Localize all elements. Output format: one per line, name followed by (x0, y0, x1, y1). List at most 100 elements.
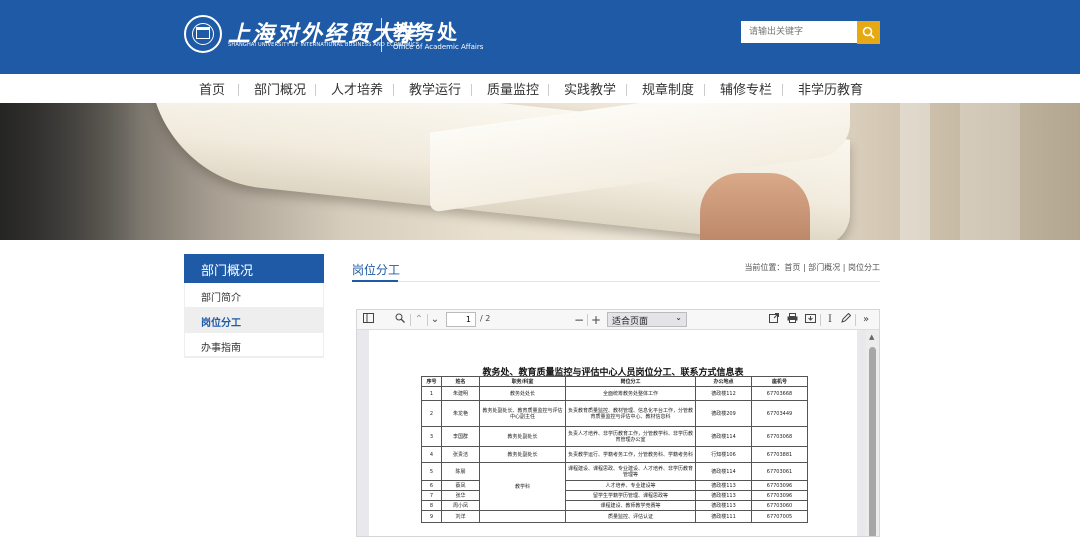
table-row: 8 周小凤 课程建设、教师教学竞赛等 德政楼113 67703060 (421, 500, 808, 511)
table-cell: 德政楼112 (695, 386, 752, 401)
sidebar-title: 部门概况 (184, 254, 324, 283)
nav-item-department[interactable]: 部门概况 (254, 79, 306, 98)
university-seal-logo[interactable] (184, 15, 222, 53)
nav-item-regulations[interactable]: 规章制度 (642, 79, 694, 98)
search-button[interactable] (857, 21, 880, 44)
zoom-in-icon[interactable]: + (590, 313, 602, 327)
scroll-up-icon[interactable]: ▲ (869, 333, 874, 341)
open-external-icon[interactable] (767, 313, 781, 327)
table-cell: 67703668 (751, 386, 808, 401)
pdf-scrollbar[interactable]: ▲ (866, 330, 879, 536)
table-row: 2 朱龙艳 教务处副处长、教育质量监控与评估中心副主任 负责教育质量监控、教材管… (421, 400, 808, 427)
next-page-icon[interactable]: ⌄ (429, 313, 441, 327)
table-cell: 67703061 (751, 462, 808, 481)
office-name-en: Office of Academic Affairs (393, 43, 484, 51)
table-row: 6 蔡凤 人才培养、专业建设等 德政楼113 67703096 (421, 480, 808, 491)
table-cell: 教务处副处长 (479, 426, 566, 447)
nav-divider (782, 84, 783, 96)
table-cell: 刘洋 (441, 510, 480, 523)
nav-item-non-degree[interactable]: 非学历教育 (798, 79, 863, 98)
nav-item-talent-training[interactable]: 人才培养 (331, 79, 383, 98)
table-cell: 朱龙艳 (441, 400, 480, 427)
breadcrumb: 当前位置：首页 | 部门概况 | 岗位分工 (744, 263, 880, 272)
table-cell: 张华 (441, 490, 480, 501)
table-cell: 1 (421, 386, 442, 401)
table-cell: 人才培养、专业建设等 (565, 480, 696, 491)
page-number-input[interactable] (446, 312, 476, 327)
table-cell: 德政楼114 (695, 426, 752, 447)
table-cell: 德政楼114 (695, 462, 752, 481)
nav-item-teaching-operation[interactable]: 教学运行 (409, 79, 461, 98)
table-cell-merged: 教学科 (479, 462, 566, 511)
table-header-row: 序号 姓名 职务/科室 岗位分工 办公地点 座机号 (421, 376, 808, 387)
toolbar-divider (855, 314, 856, 326)
nav-item-practice-teaching[interactable]: 实践教学 (564, 79, 616, 98)
column-header: 岗位分工 (565, 376, 696, 387)
nav-divider (548, 84, 549, 96)
table-cell: 67703060 (751, 500, 808, 511)
office-name-cn: 教务处 (393, 20, 459, 44)
table-cell: 67707005 (751, 510, 808, 523)
nav-divider (238, 84, 239, 96)
column-header: 职务/科室 (479, 376, 566, 387)
table-cell (479, 510, 566, 523)
toolbar-divider (427, 314, 428, 326)
pdf-page: 教务处、教育质量监控与评估中心人员岗位分工、联系方式信息表 序号 姓名 职务/科… (369, 330, 857, 536)
table-cell: 2 (421, 400, 442, 427)
previous-page-icon[interactable]: ⌃ (413, 313, 425, 327)
table-cell: 蔡凤 (441, 480, 480, 491)
save-icon[interactable] (803, 313, 817, 327)
table-cell: 3 (421, 426, 442, 447)
table-cell: 德政楼111 (695, 510, 752, 523)
toolbar-divider (820, 314, 821, 326)
column-header: 办公地点 (695, 376, 752, 387)
scrollbar-thumb[interactable] (869, 347, 876, 536)
table-cell: 负责教学运行、学籍考务工作，分管教务科、学籍考务科 (565, 446, 696, 463)
draw-tool-icon[interactable] (840, 312, 852, 327)
table-cell: 课程建设、教师教学竞赛等 (565, 500, 696, 511)
table-cell: 张贵洁 (441, 446, 480, 463)
title-divider (352, 281, 880, 282)
chevron-down-icon: ⌄ (675, 313, 682, 322)
more-tools-icon[interactable]: » (859, 313, 873, 327)
column-header: 序号 (421, 376, 442, 387)
table-row: 9 刘洋 质量监控、评估认证 德政楼111 67707005 (421, 510, 808, 523)
nav-item-quality-monitoring[interactable]: 质量监控 (487, 79, 539, 98)
title-accent-bar (352, 280, 398, 282)
sidebar-item-guide[interactable]: 办事指南 (184, 333, 324, 358)
zoom-out-icon[interactable]: − (573, 313, 585, 327)
table-cell: 8 (421, 500, 442, 511)
table-cell: 67703881 (751, 446, 808, 463)
text-tool-icon[interactable]: I (824, 313, 836, 327)
table-cell: 9 (421, 510, 442, 523)
sidebar-item-positions[interactable]: 岗位分工 (184, 308, 324, 333)
table-cell: 陈晨 (441, 462, 480, 481)
zoom-select[interactable]: 适合页面 ⌄ (607, 312, 687, 327)
nav-divider (393, 84, 394, 96)
table-cell: 负责人才培养、非学历教育工作，分管教学科、非学历教育管理办公室 (565, 426, 696, 447)
table-cell: 教务处副处长、教育质量监控与评估中心副主任 (479, 400, 566, 427)
sidebar-item-intro[interactable]: 部门简介 (184, 283, 324, 308)
search-icon (862, 26, 875, 39)
column-header: 座机号 (751, 376, 808, 387)
table-cell: 67703096 (751, 490, 808, 501)
table-row: 3 李国群 教务处副处长 负责人才培养、非学历教育工作，分管教学科、非学历教育管… (421, 426, 808, 447)
sidebar-toggle-icon[interactable] (361, 313, 375, 327)
banner-shadow (0, 103, 140, 240)
logo-divider (381, 18, 382, 52)
nav-divider (704, 84, 705, 96)
toolbar-divider (410, 314, 411, 326)
table-cell: 6 (421, 480, 442, 491)
search-input[interactable] (741, 21, 857, 43)
pdf-viewer: ⌃ ⌄ / 2 − + 适合页面 ⌄ I » 教务处、教育质量监控与评估中心人员… (356, 309, 880, 537)
print-icon[interactable] (785, 313, 799, 327)
nav-item-home[interactable]: 首页 (199, 79, 225, 98)
nav-divider (315, 84, 316, 96)
table-cell: 质量监控、评估认证 (565, 510, 696, 523)
table-cell: 行知楼106 (695, 446, 752, 463)
column-header: 姓名 (441, 376, 480, 387)
staff-table: 序号 姓名 职务/科室 岗位分工 办公地点 座机号 1 朱建明 教务处处长 全面… (421, 376, 808, 523)
table-cell: 67703449 (751, 400, 808, 427)
nav-item-minor[interactable]: 辅修专栏 (720, 79, 772, 98)
find-icon[interactable] (393, 313, 407, 327)
